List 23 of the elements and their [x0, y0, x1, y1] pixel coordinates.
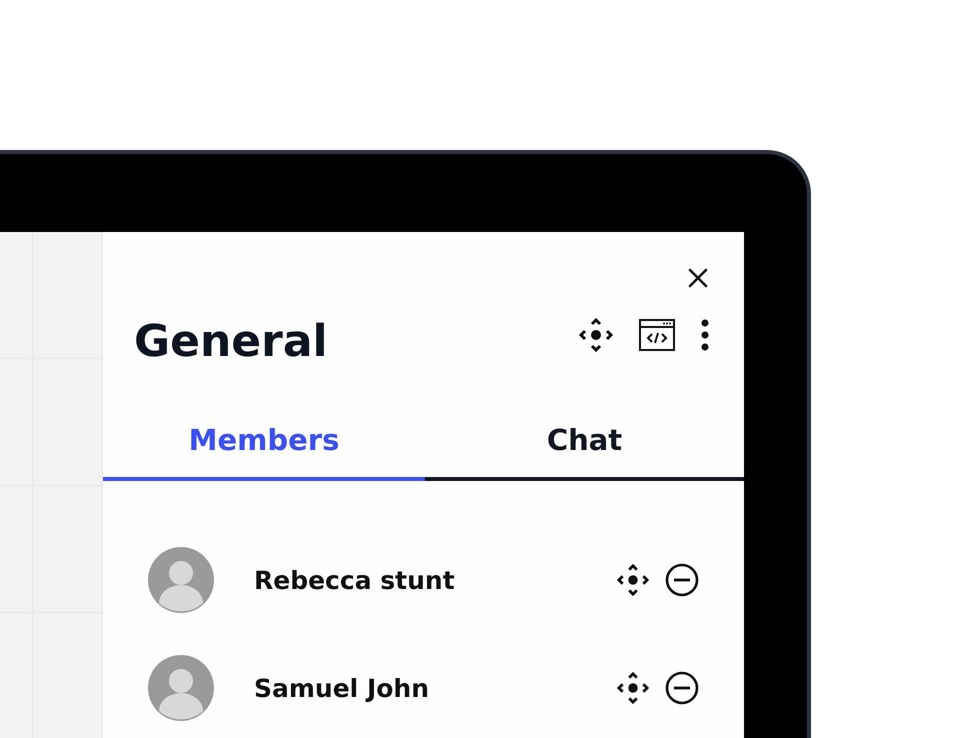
move-button[interactable] — [617, 672, 649, 704]
move-icon — [617, 564, 649, 596]
more-button[interactable] — [701, 318, 709, 350]
member-name: Samuel John — [254, 674, 430, 702]
move-icon — [579, 318, 613, 352]
move-button[interactable] — [579, 318, 613, 352]
embed-button[interactable] — [639, 318, 675, 350]
tab[interactable]: Chat — [425, 423, 744, 481]
close-icon — [688, 268, 708, 288]
tab[interactable]: Members — [103, 423, 425, 481]
remove-button[interactable] — [665, 563, 699, 597]
more-icon — [701, 318, 709, 350]
code-window-icon — [639, 318, 675, 350]
avatar — [148, 547, 214, 613]
panel-title: General — [134, 316, 328, 367]
move-icon — [617, 672, 649, 704]
remove-button[interactable] — [665, 671, 699, 705]
remove-icon — [665, 563, 699, 597]
move-button[interactable] — [617, 564, 649, 596]
close-button[interactable] — [688, 268, 708, 288]
avatar — [148, 655, 214, 721]
remove-icon — [665, 671, 699, 705]
member-name: Rebecca stunt — [254, 566, 456, 594]
